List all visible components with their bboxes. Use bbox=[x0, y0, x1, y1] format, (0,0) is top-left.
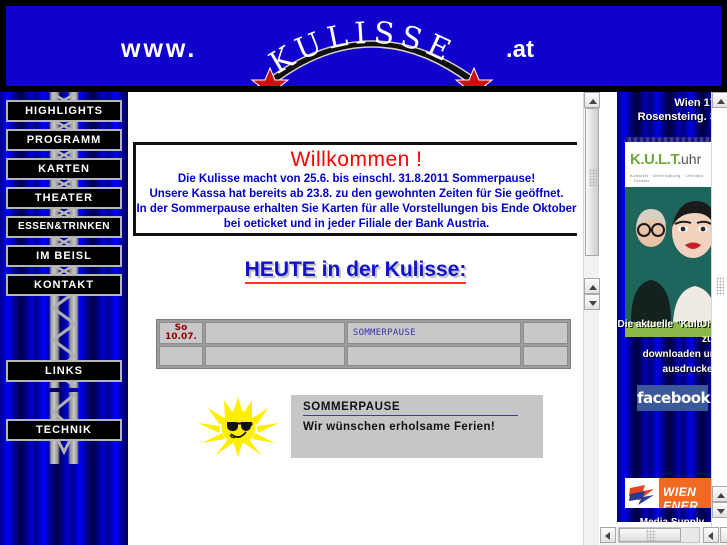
table-row[interactable] bbox=[159, 346, 568, 366]
facebook-button[interactable]: facebook bbox=[637, 385, 711, 411]
scroll-left-arrow-icon[interactable] bbox=[600, 527, 616, 543]
sidebar-item-links[interactable]: LINKS bbox=[6, 360, 122, 382]
table-cell-extra bbox=[523, 346, 568, 366]
table-cell-title: SOMMERPAUSE bbox=[346, 322, 521, 344]
welcome-line-3: In der Sommerpause erhalten Sie Karten f… bbox=[136, 203, 577, 215]
sommerpause-text-block: SOMMERPAUSE Wir wünschen erholsame Ferie… bbox=[291, 395, 543, 458]
heute-heading: HEUTE in der Kulisse: bbox=[244, 258, 467, 284]
inner-scroll-up-arrow-icon[interactable] bbox=[584, 278, 600, 294]
kultuhr-poster[interactable]: K.U.L.T.uhr Kabarett · Unterhaltung · Li… bbox=[625, 137, 712, 337]
kulisse-logo[interactable]: KULISSE bbox=[242, 14, 502, 86]
sidebar-item-essen-trinken[interactable]: ESSEN&TRINKEN bbox=[6, 216, 122, 238]
sidebar-item-theater[interactable]: THEATER bbox=[6, 187, 122, 209]
sidebar-item-technik[interactable]: TECHNIK bbox=[6, 419, 122, 441]
welcome-box: Willkommen ! Die Kulisse macht von 25.6.… bbox=[133, 142, 577, 236]
right-gutter bbox=[600, 92, 617, 527]
wien-energie-logo-icon bbox=[625, 478, 659, 508]
scrollbar-grip-icon bbox=[589, 169, 597, 187]
header-at-text: .at bbox=[506, 36, 535, 63]
header-www-text: www. bbox=[121, 35, 198, 63]
poster-subtitle: Kabarett · Unterhaltung · Literatur · Th… bbox=[625, 171, 712, 187]
site-header: www. .at KULISSE bbox=[0, 0, 727, 92]
horizontal-scrollbar-thumb[interactable] bbox=[619, 527, 681, 543]
table-cell-time bbox=[204, 322, 345, 344]
poster-photo bbox=[625, 187, 712, 322]
welcome-line-4: bei oeticket und in jeder Filiale der Ba… bbox=[223, 218, 490, 230]
main-vertical-scrollbar[interactable] bbox=[583, 92, 600, 545]
scrollbar-thumb[interactable] bbox=[585, 108, 599, 256]
welcome-line-1: Die Kulisse macht von 25.6. bis einschl.… bbox=[177, 173, 536, 185]
inner-scroll-left-arrow-icon[interactable] bbox=[703, 527, 719, 543]
poster-title: K.U.L.T.uhr bbox=[625, 142, 712, 171]
program-table: So 10.07. SOMMERPAUSE bbox=[156, 319, 571, 369]
page-root: www. .at KULISSE HIGHLIGHTS PROGRAMM KAR… bbox=[0, 0, 727, 545]
kulisse-logo-text: KULISSE bbox=[263, 16, 455, 82]
page-title: Willkommen ! bbox=[290, 148, 423, 171]
svg-text:KULISSE: KULISSE bbox=[263, 16, 461, 82]
poster-brand-kult: K.U.L.T. bbox=[630, 151, 682, 168]
sommerpause-heading: SOMMERPAUSE bbox=[303, 401, 518, 416]
horizontal-scrollbar[interactable] bbox=[600, 527, 727, 545]
table-cell-title bbox=[346, 346, 521, 366]
table-cell-date: So 10.07. bbox=[159, 322, 203, 344]
right-scrollbar-grip-icon bbox=[716, 277, 724, 295]
poster-brand-uhr: uhr bbox=[681, 151, 702, 167]
sommerpause-banner: SOMMERPAUSE Wir wünschen erholsame Ferie… bbox=[186, 395, 543, 458]
right-inner-scroll-down-arrow-icon[interactable] bbox=[712, 502, 727, 518]
scroll-up-arrow-icon[interactable] bbox=[584, 92, 600, 108]
right-scrollbar-track[interactable] bbox=[712, 108, 727, 388]
horizontal-scrollbar-grip-icon bbox=[646, 527, 656, 543]
poster-portrait-graphic bbox=[625, 187, 712, 322]
sidebar-item-kontakt[interactable]: KONTAKT bbox=[6, 274, 122, 296]
main-content: Willkommen ! Die Kulisse macht von 25.6.… bbox=[128, 92, 600, 545]
sun-with-sunglasses-icon bbox=[198, 397, 279, 457]
scrollbar-track-gap[interactable] bbox=[584, 256, 599, 278]
sidebar-item-karten[interactable]: KARTEN bbox=[6, 158, 122, 180]
left-sidebar: HIGHLIGHTS PROGRAMM KARTEN THEATER ESSEN… bbox=[0, 92, 128, 545]
sommerpause-subtext: Wir wünschen erholsame Ferien! bbox=[303, 421, 496, 433]
table-cell-extra bbox=[523, 322, 568, 344]
heute-heading-wrap: HEUTE in der Kulisse: bbox=[128, 258, 583, 284]
table-row[interactable]: So 10.07. SOMMERPAUSE bbox=[159, 322, 568, 344]
sidebar-item-highlights[interactable]: HIGHLIGHTS bbox=[6, 100, 122, 122]
sidebar-item-im-beisl[interactable]: IM BEISL bbox=[6, 245, 122, 267]
table-cell-date bbox=[159, 346, 203, 366]
right-inner-scroll-up-arrow-icon[interactable] bbox=[712, 486, 727, 502]
header-banner: www. .at KULISSE bbox=[6, 6, 721, 86]
sidebar-item-programm[interactable]: PROGRAMM bbox=[6, 129, 122, 151]
right-sidebar-scrollbar[interactable] bbox=[711, 92, 727, 527]
inner-scroll-down-arrow-icon[interactable] bbox=[584, 294, 600, 310]
table-cell-date-num: 10.07. bbox=[165, 332, 197, 342]
right-scroll-up-arrow-icon[interactable] bbox=[712, 92, 727, 108]
welcome-line-2: Unsere Kassa hat bereits ab 23.8. zu den… bbox=[149, 188, 564, 200]
inner-scroll-right-arrow-icon[interactable] bbox=[720, 527, 727, 543]
horizontal-scrollbar-track[interactable] bbox=[618, 527, 700, 543]
main-content-inner: Willkommen ! Die Kulisse macht von 25.6.… bbox=[128, 92, 583, 545]
table-cell-time bbox=[204, 346, 345, 366]
